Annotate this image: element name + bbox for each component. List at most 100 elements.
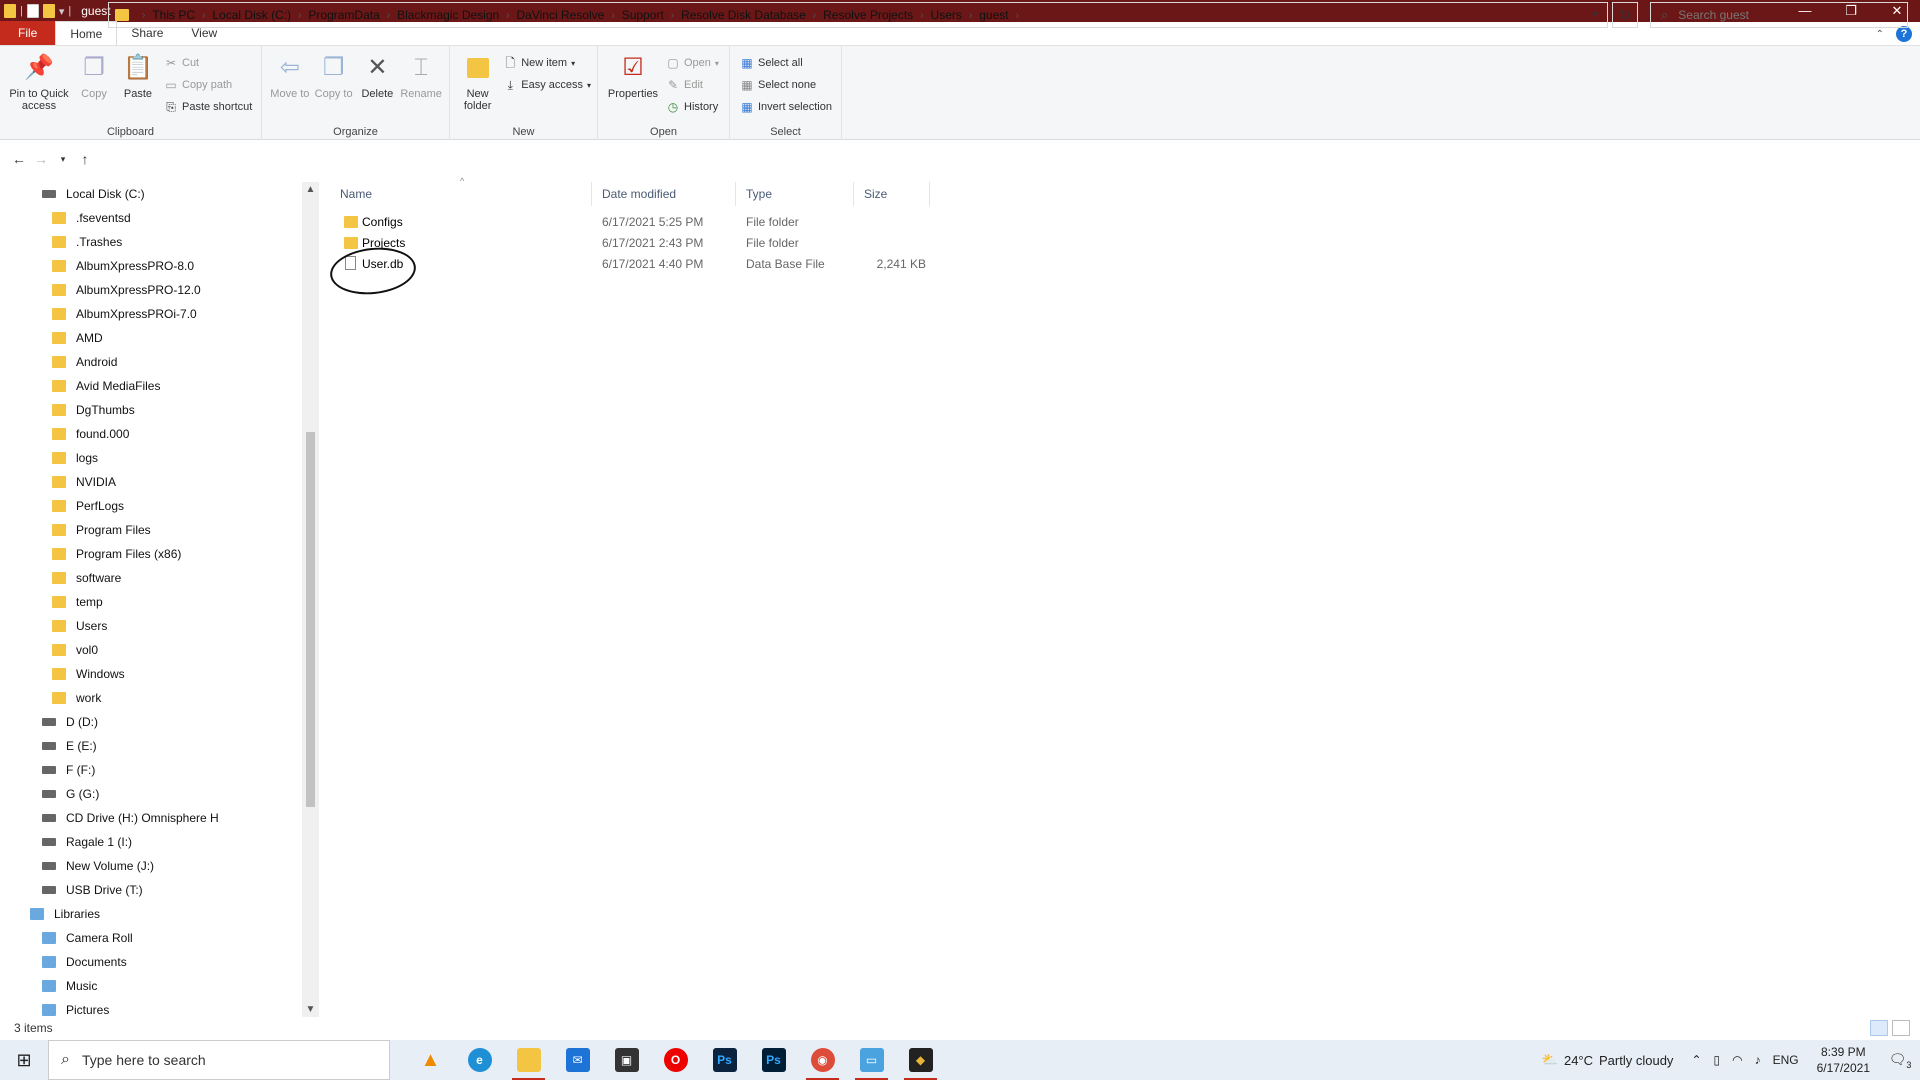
nav-item[interactable]: AlbumXpressPROi-7.0 xyxy=(0,302,302,326)
nav-item[interactable]: temp xyxy=(0,590,302,614)
notification-center-button[interactable]: 🗨3 xyxy=(1880,1051,1920,1070)
nav-item[interactable]: found.000 xyxy=(0,422,302,446)
opera-taskbar-button[interactable]: O xyxy=(651,1040,700,1080)
breadcrumb-users[interactable]: Users xyxy=(931,8,962,22)
nav-item[interactable]: vol0 xyxy=(0,638,302,662)
mail-taskbar-button[interactable]: ✉ xyxy=(553,1040,602,1080)
column-header-size[interactable]: Size xyxy=(854,182,930,206)
nav-item[interactable]: NVIDIA xyxy=(0,470,302,494)
nav-item[interactable]: USB Drive (T:) xyxy=(0,878,302,902)
file-row[interactable]: User.db 6/17/2021 4:40 PM Data Base File… xyxy=(330,254,950,274)
file-row[interactable]: Configs 6/17/2021 5:25 PM File folder xyxy=(330,212,950,232)
wifi-icon[interactable]: ◠ xyxy=(1732,1053,1742,1067)
column-header-type[interactable]: Type xyxy=(736,182,854,206)
chevron-right-icon[interactable]: › xyxy=(1016,10,1019,21)
davinci-resolve-taskbar-button[interactable]: ◆ xyxy=(896,1040,945,1080)
volume-icon[interactable]: ♪ xyxy=(1755,1053,1761,1067)
new-item-button[interactable]: 🗋 New item ▾ xyxy=(503,54,591,72)
column-header-date[interactable]: Date modified xyxy=(592,182,736,206)
forward-arrow-icon[interactable]: → xyxy=(30,151,52,167)
nav-item[interactable]: Pictures xyxy=(0,998,302,1017)
chevron-right-icon[interactable]: › xyxy=(920,10,923,21)
rename-button[interactable]: ⌶ Rename xyxy=(399,52,443,101)
breadcrumb-guest[interactable]: guest xyxy=(979,8,1008,22)
select-none-button[interactable]: ▦ Select none xyxy=(740,76,832,94)
address-bar[interactable]: › This PC › Local Disk (C:) › ProgramData ›… xyxy=(108,2,1608,28)
nav-item[interactable]: Program Files (x86) xyxy=(0,542,302,566)
select-all-button[interactable]: ▦ Select all xyxy=(740,54,832,72)
new-folder-icon[interactable] xyxy=(42,4,55,18)
edge-taskbar-button[interactable]: e xyxy=(455,1040,504,1080)
help-icon[interactable]: ? xyxy=(1896,26,1912,42)
invert-selection-button[interactable]: ▦ Invert selection xyxy=(740,98,832,116)
file-explorer-taskbar-button[interactable] xyxy=(504,1040,553,1080)
scroll-up-arrow-icon[interactable]: ▲ xyxy=(302,184,319,195)
nav-item[interactable]: Camera Roll xyxy=(0,926,302,950)
chevron-right-icon[interactable]: › xyxy=(506,10,509,21)
open-button[interactable]: ▢ Open ▾ xyxy=(666,54,719,72)
breadcrumb-programdata[interactable]: ProgramData xyxy=(308,8,379,22)
nav-item[interactable]: .fseventsd xyxy=(0,206,302,230)
delete-button[interactable]: ✕ Delete xyxy=(356,52,400,101)
nav-item[interactable]: E (E:) xyxy=(0,734,302,758)
edit-button[interactable]: ✎ Edit xyxy=(666,76,719,94)
nav-item[interactable]: logs xyxy=(0,446,302,470)
file-row[interactable]: Projects 6/17/2021 2:43 PM File folder xyxy=(330,233,950,253)
scroll-down-arrow-icon[interactable]: ▼ xyxy=(302,1004,319,1015)
cut-button[interactable]: ✂ Cut xyxy=(164,54,252,72)
up-arrow-icon[interactable]: ↑ xyxy=(74,151,96,167)
nav-item[interactable]: F (F:) xyxy=(0,758,302,782)
chevron-right-icon[interactable]: › xyxy=(298,10,301,21)
breadcrumb-blackmagic[interactable]: Blackmagic Design xyxy=(397,8,499,22)
recent-locations-chevron-icon[interactable]: ▾ xyxy=(52,154,74,165)
chevron-right-icon[interactable]: › xyxy=(969,10,972,21)
nav-item[interactable]: DgThumbs xyxy=(0,398,302,422)
nav-item[interactable]: Users xyxy=(0,614,302,638)
large-icons-view-icon[interactable] xyxy=(1892,1020,1910,1036)
search-box[interactable]: ⌕ Search guest xyxy=(1650,2,1908,28)
nav-item[interactable]: Music xyxy=(0,974,302,998)
new-folder-button[interactable]: New folder xyxy=(456,52,499,112)
battery-icon[interactable]: ▯ xyxy=(1714,1053,1721,1067)
breadcrumb-local-disk[interactable]: Local Disk (C:) xyxy=(212,8,291,22)
scrollbar-thumb[interactable] xyxy=(306,432,315,807)
back-arrow-icon[interactable]: ← xyxy=(8,151,30,167)
nav-item[interactable]: Documents xyxy=(0,950,302,974)
copy-to-button[interactable]: ❐ Copy to xyxy=(312,52,356,101)
easy-access-button[interactable]: ⤓ Easy access ▾ xyxy=(503,76,591,94)
nav-item[interactable]: Ragale 1 (I:) xyxy=(0,830,302,854)
nav-item[interactable]: AlbumXpressPRO-12.0 xyxy=(0,278,302,302)
chevron-up-icon[interactable]: ⌃ xyxy=(1691,1053,1701,1067)
refresh-icon[interactable]: ↻ xyxy=(1612,2,1638,28)
nav-item[interactable]: Android xyxy=(0,350,302,374)
store-taskbar-button[interactable]: ▣ xyxy=(602,1040,651,1080)
customize-qat-icon[interactable]: ▾ xyxy=(59,5,65,18)
nav-item[interactable]: Program Files xyxy=(0,518,302,542)
nav-item[interactable]: CD Drive (H:) Omnisphere H xyxy=(0,806,302,830)
language-indicator[interactable]: ENG xyxy=(1773,1053,1799,1067)
paste-button[interactable]: 📋 Paste xyxy=(116,52,160,101)
nav-item[interactable]: G (G:) xyxy=(0,782,302,806)
details-view-icon[interactable] xyxy=(1870,1020,1888,1036)
nav-item[interactable]: AlbumXpressPRO-8.0 xyxy=(0,254,302,278)
windows-start-icon[interactable]: ⊞ xyxy=(0,1040,48,1080)
nav-item[interactable]: .Trashes xyxy=(0,230,302,254)
breadcrumb-support[interactable]: Support xyxy=(622,8,664,22)
properties-icon[interactable] xyxy=(26,4,39,18)
breadcrumb-this-pc[interactable]: This PC xyxy=(152,8,195,22)
chevron-right-icon[interactable]: › xyxy=(202,10,205,21)
vlc-taskbar-button[interactable]: ▲ xyxy=(406,1040,455,1080)
nav-item[interactable]: Local Disk (C:) xyxy=(0,182,302,206)
breadcrumb-davinci[interactable]: DaVinci Resolve xyxy=(517,8,605,22)
chevron-right-icon[interactable]: › xyxy=(387,10,390,21)
address-dropdown-chevron-icon[interactable]: ▾ xyxy=(1583,3,1607,27)
nav-item[interactable]: PerfLogs xyxy=(0,494,302,518)
chevron-right-icon[interactable]: › xyxy=(671,10,674,21)
copy-button[interactable]: ❐ Copy xyxy=(72,52,116,101)
copy-path-button[interactable]: ▭ Copy path xyxy=(164,76,252,94)
nav-item[interactable]: New Volume (J:) xyxy=(0,854,302,878)
nav-item[interactable]: Windows xyxy=(0,662,302,686)
history-button[interactable]: ◷ History xyxy=(666,98,719,116)
nav-item[interactable]: work xyxy=(0,686,302,710)
clock[interactable]: 8:39 PM 6/17/2021 xyxy=(1817,1044,1870,1076)
